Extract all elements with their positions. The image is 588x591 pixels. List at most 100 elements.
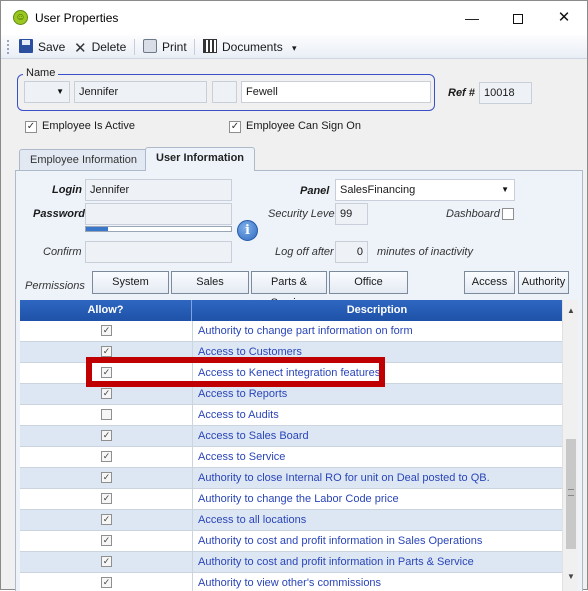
minimize-button[interactable]: — (449, 1, 495, 35)
table-row[interactable]: ✓ Authority to change the Labor Code pric… (20, 489, 562, 510)
column-divider (192, 447, 193, 468)
row-description: Authority to change the Labor Code price (198, 493, 399, 505)
last-name-field[interactable]: Fewell (241, 81, 431, 103)
allow-checkbox[interactable]: ✓ (101, 451, 112, 462)
login-label: Login (52, 184, 82, 196)
table-row[interactable]: ✓ Access to Service (20, 447, 562, 468)
window-title: User Properties (35, 11, 119, 25)
scrollbar-thumb[interactable] (566, 439, 576, 549)
password-strength-bar (85, 226, 232, 232)
chevron-down-icon: ▼ (56, 87, 64, 96)
table-row[interactable]: Access to Audits (20, 405, 562, 426)
password-strength-fill (86, 227, 108, 231)
confirm-password-field[interactable] (85, 241, 232, 263)
print-button[interactable]: Print (143, 39, 187, 55)
employee-active-checkbox[interactable]: ✓ (25, 121, 37, 133)
column-divider (192, 468, 193, 489)
toolbar-separator (194, 39, 195, 55)
tab-user-information[interactable]: User Information (145, 147, 256, 171)
close-button[interactable]: ✕ (541, 1, 587, 35)
column-divider (192, 510, 193, 531)
log-off-minutes-field[interactable]: 0 (335, 241, 368, 263)
column-divider (192, 531, 193, 552)
title-bar: ☺ User Properties — ✕ (1, 1, 587, 35)
delete-icon: ✕ (74, 40, 87, 57)
tab-employee-information[interactable]: Employee Information (19, 149, 148, 170)
allow-checkbox[interactable]: ✓ (101, 535, 112, 546)
row-description: Authority to close Internal RO for unit … (198, 472, 490, 484)
first-name-field[interactable]: Jennifer (74, 81, 207, 103)
table-row[interactable]: ✓ Authority to cost and profit informatio… (20, 531, 562, 552)
column-divider (192, 489, 193, 510)
toolbar-separator (134, 39, 135, 55)
name-prefix-select[interactable]: ▼ (24, 81, 70, 103)
allow-checkbox[interactable]: ✓ (101, 325, 112, 336)
confirm-label: Confirm (43, 246, 82, 258)
access-button[interactable]: Access (464, 271, 515, 294)
maximize-button[interactable] (495, 1, 541, 35)
row-description: Access to all locations (198, 514, 307, 526)
app-icon: ☺ (13, 10, 28, 25)
password-field[interactable] (85, 203, 232, 225)
allow-checkbox[interactable]: ✓ (101, 577, 112, 588)
table-row[interactable]: ✓ Access to all locations (20, 510, 562, 531)
permissions-grid: Allow? Description ✓ Authority to change … (20, 300, 578, 591)
name-group-legend: Name (23, 67, 59, 79)
allow-checkbox[interactable]: ✓ (101, 430, 112, 441)
row-description: Authority to cost and profit information… (198, 556, 474, 568)
row-description: Authority to view other's commissions (198, 577, 382, 589)
allow-checkbox[interactable]: ✓ (101, 346, 112, 357)
ref-label: Ref # (448, 87, 475, 99)
authority-button[interactable]: Authority (518, 271, 569, 294)
system-permissions-button[interactable]: System (92, 271, 169, 294)
middle-initial-field[interactable] (212, 81, 237, 103)
dashboard-checkbox[interactable] (502, 208, 514, 220)
allow-checkbox[interactable]: ✓ (101, 472, 112, 483)
employee-sign-on-label: Employee Can Sign On (246, 120, 361, 132)
row-description: Access to Sales Board (198, 430, 309, 442)
panel-select-value: SalesFinancing (340, 184, 416, 196)
toolbar-grip[interactable] (7, 40, 10, 54)
employee-sign-on-checkbox[interactable]: ✓ (229, 121, 241, 133)
security-level-label: Security Level (268, 208, 338, 220)
table-row[interactable]: ✓ Authority to change part information on… (20, 321, 562, 342)
save-icon (19, 39, 33, 53)
table-row[interactable]: ✓ Authority to cost and profit informatio… (20, 552, 562, 573)
save-button[interactable]: Save (19, 39, 65, 55)
allow-checkbox[interactable]: ✓ (101, 388, 112, 399)
info-icon[interactable]: i (237, 220, 258, 241)
allow-checkbox[interactable]: ✓ (101, 493, 112, 504)
login-field[interactable]: Jennifer (85, 179, 232, 201)
printer-icon (143, 39, 157, 53)
column-divider (192, 321, 193, 342)
sales-permissions-button[interactable]: Sales (171, 271, 249, 294)
security-level-field[interactable]: 99 (335, 203, 368, 225)
log-off-label: Log off after (275, 246, 334, 258)
allow-checkbox[interactable]: ✓ (101, 556, 112, 567)
vertical-scrollbar[interactable]: ▲ ▼ (562, 300, 578, 591)
delete-label: Delete (91, 40, 127, 54)
description-column-header[interactable]: Description (192, 300, 562, 321)
allow-column-header[interactable]: Allow? (20, 300, 192, 321)
toolbar: Save ✕ Delete Print Documents ▾ (1, 35, 587, 59)
row-description: Access to Audits (198, 409, 279, 421)
table-row[interactable]: ✓ Access to Reports (20, 384, 562, 405)
scroll-up-icon[interactable]: ▲ (563, 306, 578, 315)
table-row[interactable]: ✓ Authority to close Internal RO for unit… (20, 468, 562, 489)
allow-checkbox[interactable] (101, 409, 112, 420)
table-row[interactable]: ✓ Access to Sales Board (20, 426, 562, 447)
delete-button[interactable]: ✕ Delete (74, 39, 127, 57)
documents-label: Documents (222, 40, 283, 54)
office-permissions-button[interactable]: Office (329, 271, 408, 294)
panel-select[interactable]: SalesFinancing ▼ (335, 179, 515, 201)
column-divider (192, 405, 193, 426)
user-properties-window: ☺ User Properties — ✕ Save ✕ Delete Print… (0, 0, 588, 591)
ref-number-field[interactable]: 10018 (479, 82, 532, 104)
parts-service-permissions-button[interactable]: Parts & Service (251, 271, 327, 309)
table-row[interactable]: ✓ Authority to view other's commissions (20, 573, 562, 591)
documents-button[interactable]: Documents ▾ (203, 39, 297, 55)
allow-checkbox[interactable]: ✓ (101, 514, 112, 525)
row-description: Authority to cost and profit information… (198, 535, 483, 547)
permissions-label: Permissions (25, 280, 85, 292)
scroll-down-icon[interactable]: ▼ (563, 572, 578, 581)
